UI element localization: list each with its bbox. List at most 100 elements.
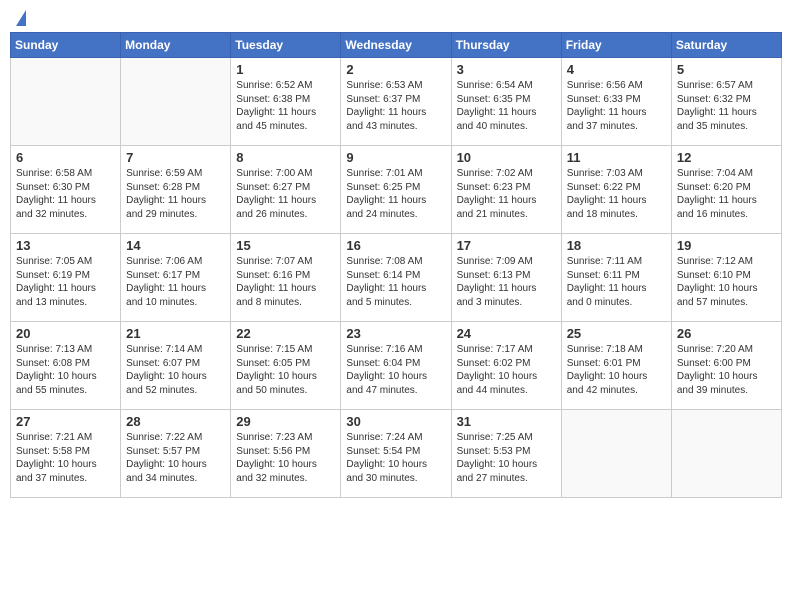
day-number: 22 <box>236 326 335 341</box>
calendar-cell: 18 Sunrise: 7:11 AM Sunset: 6:11 PM Dayli… <box>561 234 671 322</box>
calendar-cell: 23Sunrise: 7:16 AM Sunset: 6:04 PM Dayli… <box>341 322 451 410</box>
calendar-week-row: 6 Sunrise: 6:58 AM Sunset: 6:30 PM Daylig… <box>11 146 782 234</box>
calendar-cell: 6 Sunrise: 6:58 AM Sunset: 6:30 PM Daylig… <box>11 146 121 234</box>
calendar-cell: 5 Sunrise: 6:57 AM Sunset: 6:32 PM Daylig… <box>671 58 781 146</box>
calendar-cell <box>11 58 121 146</box>
cell-content: Sunrise: 7:04 AM Sunset: 6:20 PM Dayligh… <box>677 167 776 221</box>
day-number: 4 <box>567 62 666 77</box>
cell-content: Sunrise: 6:58 AM Sunset: 6:30 PM Dayligh… <box>16 167 115 221</box>
day-number: 12 <box>677 150 776 165</box>
cell-content: Sunrise: 7:23 AM Sunset: 5:56 PM Dayligh… <box>236 431 335 485</box>
day-number: 19 <box>677 238 776 253</box>
calendar-cell <box>561 410 671 498</box>
cell-content: Sunrise: 7:12 AM Sunset: 6:10 PM Dayligh… <box>677 255 776 309</box>
day-header-saturday: Saturday <box>671 33 781 58</box>
calendar-cell: 9 Sunrise: 7:01 AM Sunset: 6:25 PM Daylig… <box>341 146 451 234</box>
cell-content: Sunrise: 6:57 AM Sunset: 6:32 PM Dayligh… <box>677 79 776 133</box>
calendar-cell: 17 Sunrise: 7:09 AM Sunset: 6:13 PM Dayli… <box>451 234 561 322</box>
day-number: 13 <box>16 238 115 253</box>
calendar-cell: 24 Sunrise: 7:17 AM Sunset: 6:02 PM Dayli… <box>451 322 561 410</box>
day-number: 18 <box>567 238 666 253</box>
day-number: 24 <box>457 326 556 341</box>
calendar-cell: 4 Sunrise: 6:56 AM Sunset: 6:33 PM Daylig… <box>561 58 671 146</box>
day-number: 25 <box>567 326 666 341</box>
cell-content: Sunrise: 7:08 AM Sunset: 6:14 PM Dayligh… <box>346 255 445 309</box>
day-number: 14 <box>126 238 225 253</box>
calendar-cell: 3 Sunrise: 6:54 AM Sunset: 6:35 PM Daylig… <box>451 58 561 146</box>
cell-content: Sunrise: 7:21 AM Sunset: 5:58 PM Dayligh… <box>16 431 115 485</box>
cell-content: Sunrise: 6:59 AM Sunset: 6:28 PM Dayligh… <box>126 167 225 221</box>
calendar-cell: 22Sunrise: 7:15 AM Sunset: 6:05 PM Dayli… <box>231 322 341 410</box>
calendar-cell: 10 Sunrise: 7:02 AM Sunset: 6:23 PM Dayli… <box>451 146 561 234</box>
calendar-cell: 27 Sunrise: 7:21 AM Sunset: 5:58 PM Dayli… <box>11 410 121 498</box>
calendar-cell: 31 Sunrise: 7:25 AM Sunset: 5:53 PM Dayli… <box>451 410 561 498</box>
calendar-table: SundayMondayTuesdayWednesdayThursdayFrid… <box>10 32 782 498</box>
day-number: 21 <box>126 326 225 341</box>
day-number: 28 <box>126 414 225 429</box>
calendar-cell: 7 Sunrise: 6:59 AM Sunset: 6:28 PM Daylig… <box>121 146 231 234</box>
calendar-week-row: 20 Sunrise: 7:13 AM Sunset: 6:08 PM Dayli… <box>11 322 782 410</box>
calendar-cell: 13 Sunrise: 7:05 AM Sunset: 6:19 PM Dayli… <box>11 234 121 322</box>
calendar-cell: 1Sunrise: 6:52 AM Sunset: 6:38 PM Daylig… <box>231 58 341 146</box>
cell-content: Sunrise: 7:00 AM Sunset: 6:27 PM Dayligh… <box>236 167 335 221</box>
calendar-cell <box>671 410 781 498</box>
day-number: 7 <box>126 150 225 165</box>
day-number: 27 <box>16 414 115 429</box>
calendar-cell: 20 Sunrise: 7:13 AM Sunset: 6:08 PM Dayli… <box>11 322 121 410</box>
day-header-friday: Friday <box>561 33 671 58</box>
day-number: 29 <box>236 414 335 429</box>
cell-content: Sunrise: 7:13 AM Sunset: 6:08 PM Dayligh… <box>16 343 115 397</box>
calendar-week-row: 27 Sunrise: 7:21 AM Sunset: 5:58 PM Dayli… <box>11 410 782 498</box>
day-number: 3 <box>457 62 556 77</box>
cell-content: Sunrise: 7:24 AM Sunset: 5:54 PM Dayligh… <box>346 431 445 485</box>
cell-content: Sunrise: 7:18 AM Sunset: 6:01 PM Dayligh… <box>567 343 666 397</box>
day-number: 10 <box>457 150 556 165</box>
day-number: 6 <box>16 150 115 165</box>
day-number: 15 <box>236 238 335 253</box>
calendar-cell: 26 Sunrise: 7:20 AM Sunset: 6:00 PM Dayli… <box>671 322 781 410</box>
calendar-cell: 15 Sunrise: 7:07 AM Sunset: 6:16 PM Dayli… <box>231 234 341 322</box>
calendar-cell: 12 Sunrise: 7:04 AM Sunset: 6:20 PM Dayli… <box>671 146 781 234</box>
cell-content: Sunrise: 7:22 AM Sunset: 5:57 PM Dayligh… <box>126 431 225 485</box>
day-number: 31 <box>457 414 556 429</box>
calendar-cell: 16 Sunrise: 7:08 AM Sunset: 6:14 PM Dayli… <box>341 234 451 322</box>
cell-content: Sunrise: 7:14 AM Sunset: 6:07 PM Dayligh… <box>126 343 225 397</box>
cell-content: Sunrise: 7:09 AM Sunset: 6:13 PM Dayligh… <box>457 255 556 309</box>
calendar-header-row: SundayMondayTuesdayWednesdayThursdayFrid… <box>11 33 782 58</box>
day-header-sunday: Sunday <box>11 33 121 58</box>
day-number: 11 <box>567 150 666 165</box>
calendar-cell: 19 Sunrise: 7:12 AM Sunset: 6:10 PM Dayli… <box>671 234 781 322</box>
calendar-week-row: 13 Sunrise: 7:05 AM Sunset: 6:19 PM Dayli… <box>11 234 782 322</box>
day-header-monday: Monday <box>121 33 231 58</box>
cell-content: Sunrise: 7:25 AM Sunset: 5:53 PM Dayligh… <box>457 431 556 485</box>
day-number: 9 <box>346 150 445 165</box>
cell-content: Sunrise: 7:05 AM Sunset: 6:19 PM Dayligh… <box>16 255 115 309</box>
day-number: 5 <box>677 62 776 77</box>
day-number: 17 <box>457 238 556 253</box>
cell-content: Sunrise: 7:03 AM Sunset: 6:22 PM Dayligh… <box>567 167 666 221</box>
calendar-cell: 21 Sunrise: 7:14 AM Sunset: 6:07 PM Dayli… <box>121 322 231 410</box>
day-number: 23 <box>346 326 445 341</box>
calendar-cell: 8Sunrise: 7:00 AM Sunset: 6:27 PM Daylig… <box>231 146 341 234</box>
cell-content: Sunrise: 6:54 AM Sunset: 6:35 PM Dayligh… <box>457 79 556 133</box>
cell-content: Sunrise: 7:11 AM Sunset: 6:11 PM Dayligh… <box>567 255 666 309</box>
calendar-cell: 11 Sunrise: 7:03 AM Sunset: 6:22 PM Dayli… <box>561 146 671 234</box>
calendar-cell: 29 Sunrise: 7:23 AM Sunset: 5:56 PM Dayli… <box>231 410 341 498</box>
page-header <box>10 10 782 24</box>
cell-content: Sunrise: 7:17 AM Sunset: 6:02 PM Dayligh… <box>457 343 556 397</box>
day-number: 16 <box>346 238 445 253</box>
day-header-thursday: Thursday <box>451 33 561 58</box>
cell-content: Sunrise: 7:02 AM Sunset: 6:23 PM Dayligh… <box>457 167 556 221</box>
cell-content: Sunrise: 7:20 AM Sunset: 6:00 PM Dayligh… <box>677 343 776 397</box>
cell-content: Sunrise: 6:52 AM Sunset: 6:38 PM Dayligh… <box>236 79 335 133</box>
day-number: 20 <box>16 326 115 341</box>
day-number: 26 <box>677 326 776 341</box>
cell-content: Sunrise: 6:56 AM Sunset: 6:33 PM Dayligh… <box>567 79 666 133</box>
logo <box>14 10 26 24</box>
cell-content: Sunrise: 7:01 AM Sunset: 6:25 PM Dayligh… <box>346 167 445 221</box>
day-header-tuesday: Tuesday <box>231 33 341 58</box>
day-number: 30 <box>346 414 445 429</box>
day-header-wednesday: Wednesday <box>341 33 451 58</box>
calendar-cell: 28 Sunrise: 7:22 AM Sunset: 5:57 PM Dayli… <box>121 410 231 498</box>
cell-content: Sunrise: 7:07 AM Sunset: 6:16 PM Dayligh… <box>236 255 335 309</box>
